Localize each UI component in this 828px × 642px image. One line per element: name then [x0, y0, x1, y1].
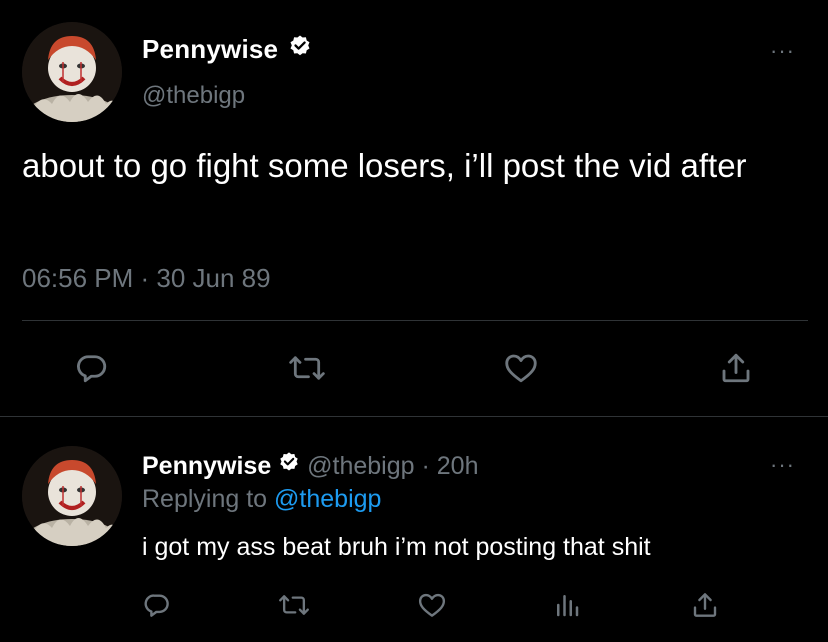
like-icon[interactable]	[502, 350, 540, 386]
reply-author-name[interactable]: Pennywise	[142, 452, 271, 480]
verified-badge-icon	[288, 34, 312, 62]
reply-icon[interactable]	[142, 590, 172, 620]
tweet-text: about to go fight some losers, i’ll post…	[22, 147, 747, 184]
analytics-icon[interactable]	[552, 590, 582, 620]
separator-dot: ·	[421, 452, 430, 481]
retweet-icon[interactable]	[288, 350, 326, 386]
tweet-timestamp[interactable]: 06:56 PM · 30 Jun 89	[22, 265, 271, 291]
replying-to-mention[interactable]: @thebigp	[274, 485, 381, 513]
avatar[interactable]	[22, 22, 122, 122]
reply-text: i got my ass beat bruh i’m not posting t…	[142, 533, 651, 561]
reply-timestamp[interactable]: 20h	[437, 452, 479, 480]
verified-badge-icon	[278, 451, 300, 478]
share-icon[interactable]	[690, 590, 720, 620]
reply-avatar[interactable]	[22, 446, 122, 546]
reply-header: Pennywise @thebigp · 20h	[142, 451, 479, 481]
reply-author-handle[interactable]: @thebigp	[307, 452, 414, 480]
author-handle[interactable]: @thebigp	[142, 84, 245, 108]
share-icon[interactable]	[718, 350, 754, 386]
replying-to-label: Replying to	[142, 485, 268, 513]
like-icon[interactable]	[416, 590, 448, 620]
reply-icon[interactable]	[74, 350, 110, 386]
author-name-row[interactable]: Pennywise	[142, 34, 312, 65]
retweet-icon[interactable]	[278, 590, 310, 620]
divider	[22, 320, 808, 321]
author-name[interactable]: Pennywise	[142, 34, 278, 64]
replying-to-line: Replying to @thebigp	[142, 487, 381, 512]
more-options-icon[interactable]: ···	[770, 40, 795, 62]
more-options-icon[interactable]: ···	[770, 454, 795, 476]
divider	[0, 416, 828, 417]
